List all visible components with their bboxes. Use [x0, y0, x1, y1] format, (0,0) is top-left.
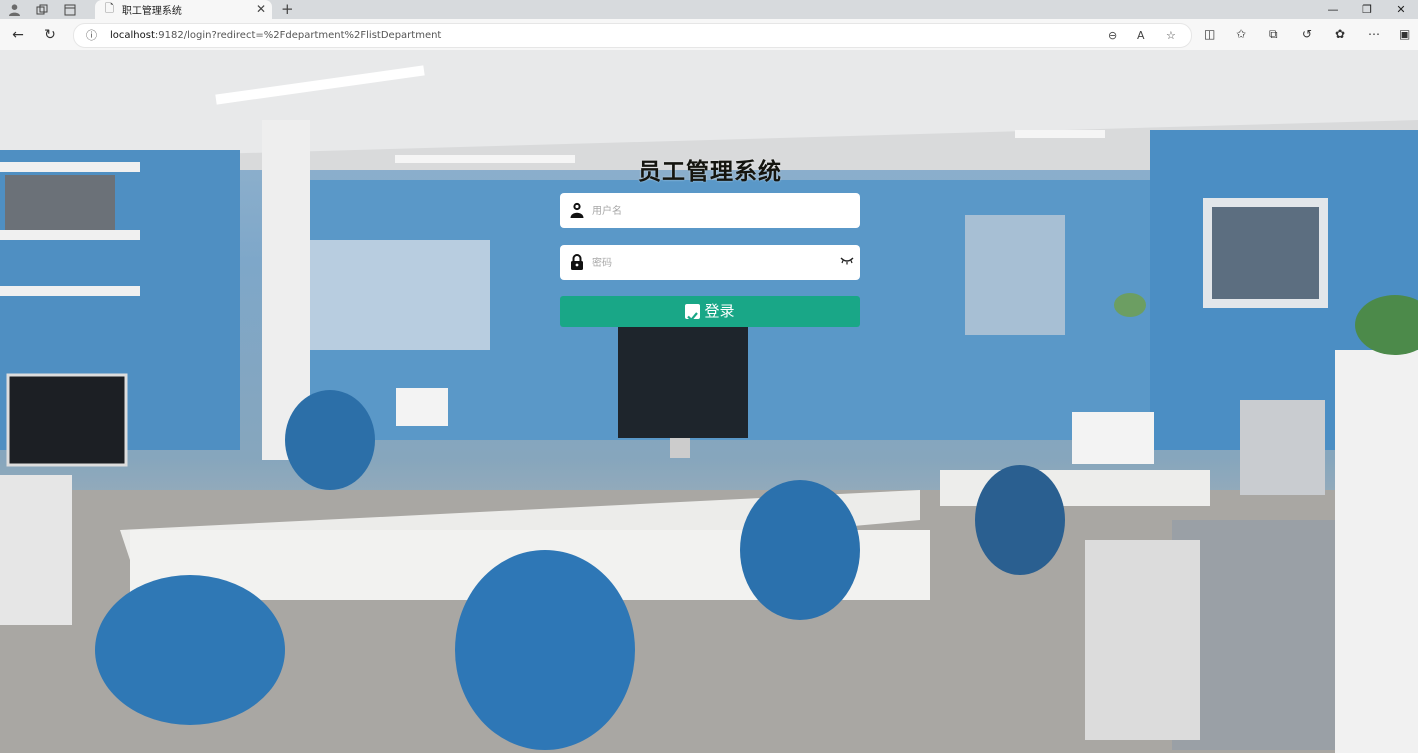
history-icon[interactable]: ↺ [1302, 27, 1312, 41]
username-field[interactable] [560, 193, 860, 230]
login-page: 员工管理系统 用户名 登录 [0, 50, 1418, 753]
sidebar-toggle-icon[interactable]: ▣ [1399, 27, 1410, 41]
page-icon: 🗋 [105, 2, 114, 15]
favorite-star-icon[interactable]: ☆ [1166, 24, 1176, 47]
address-url: localhost:9182/login?redirect=%2Fdepartm… [110, 24, 441, 47]
back-icon[interactable]: ← [8, 25, 28, 45]
read-aloud-icon[interactable]: A [1137, 24, 1145, 47]
profile-icon[interactable] [0, 0, 28, 19]
reload-icon[interactable]: ↻ [40, 25, 60, 45]
username-input[interactable] [590, 193, 834, 230]
tab-title: 职工管理系统 [121, 6, 182, 17]
favorites-icon[interactable]: ✩ [1236, 27, 1246, 41]
browser-tab-bar: 🗋 职工管理系统 ✕ + — ❐ ✕ [0, 0, 1418, 19]
extensions-icon[interactable]: ✿ [1335, 27, 1345, 41]
lock-icon [571, 254, 583, 270]
password-field[interactable] [560, 245, 860, 282]
checkbox-icon [685, 304, 701, 322]
url-host: localhost [110, 30, 155, 41]
tab-actions-icon[interactable] [56, 0, 84, 19]
eye-closed-icon[interactable] [840, 256, 854, 265]
login-button-label: 登录 [704, 302, 735, 320]
tab-active[interactable]: 🗋 职工管理系统 ✕ [95, 0, 272, 19]
close-tab-icon[interactable]: ✕ [256, 2, 266, 16]
login-form: 员工管理系统 用户名 登录 [560, 155, 860, 327]
address-bar[interactable]: ⓘ localhost:9182/login?redirect=%2Fdepar… [73, 23, 1192, 48]
browser-nav-bar: ← ↻ ⓘ localhost:9182/login?redirect=%2Fd… [0, 19, 1418, 51]
user-icon [570, 202, 584, 218]
window-close-icon[interactable]: ✕ [1384, 0, 1418, 19]
workspaces-icon[interactable] [28, 0, 56, 19]
password-input[interactable] [590, 245, 834, 282]
new-tab-icon[interactable]: + [281, 0, 294, 19]
login-button[interactable]: 登录 [560, 296, 860, 327]
url-path: :9182/login?redirect=%2Fdepartment%2Flis… [154, 30, 442, 41]
restore-icon[interactable]: ❐ [1350, 0, 1384, 19]
system-title: 员工管理系统 [638, 159, 782, 185]
zoom-out-icon[interactable]: ⊖ [1108, 24, 1117, 47]
site-info-icon[interactable]: ⓘ [86, 24, 97, 47]
split-screen-icon[interactable]: ◫ [1204, 27, 1215, 41]
minimize-icon[interactable]: — [1316, 0, 1350, 19]
more-menu-icon[interactable]: ⋯ [1368, 27, 1380, 41]
collections-icon[interactable]: ⧉ [1269, 27, 1278, 42]
